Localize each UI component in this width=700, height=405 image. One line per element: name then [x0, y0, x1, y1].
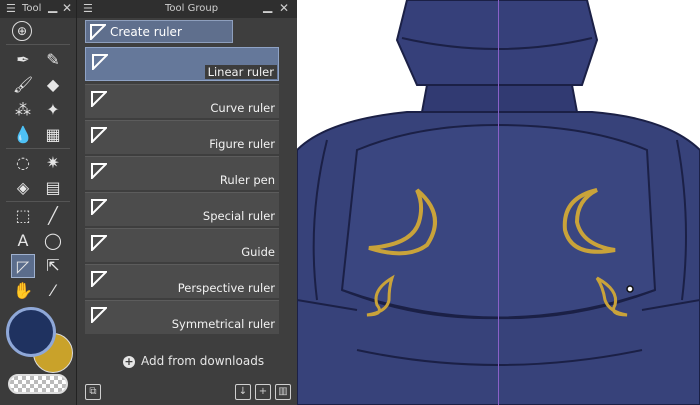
- ruler-item-label: Linear ruler: [204, 65, 277, 79]
- plus-icon: +: [123, 355, 135, 368]
- separator: [6, 201, 70, 202]
- add-from-downloads-label: Add from downloads: [141, 354, 265, 368]
- trash-icon[interactable]: ▥: [275, 384, 291, 400]
- add-from-downloads-button[interactable]: + Add from downloads: [123, 354, 264, 368]
- move-icon[interactable]: ⇱: [42, 254, 64, 276]
- ruler-item-label: Guide: [241, 245, 275, 259]
- object-icon[interactable]: ⬚: [12, 204, 34, 226]
- ruler-item-perspective[interactable]: Perspective ruler: [85, 264, 279, 298]
- ruler-icon: [91, 271, 107, 287]
- ruler-icon: [91, 163, 107, 179]
- close-icon[interactable]: ✕: [279, 1, 289, 15]
- hamburger-icon[interactable]: ☰: [83, 2, 93, 15]
- pen-icon[interactable]: ✒: [12, 48, 34, 70]
- tool-group-title: Tool Group: [165, 3, 219, 14]
- guide-line[interactable]: [498, 0, 499, 405]
- ruler-item-figure[interactable]: Figure ruler: [85, 120, 279, 154]
- magic-wand-icon[interactable]: ✷: [42, 151, 64, 173]
- balloon-icon[interactable]: ◯: [42, 229, 64, 251]
- gradient-icon[interactable]: ▤: [42, 176, 64, 198]
- ruler-item-symmetrical[interactable]: Symmetrical ruler: [85, 300, 279, 334]
- transparent-color-swatch[interactable]: [8, 374, 68, 394]
- tool-group-header: ☰ Tool Group ▁ ✕: [77, 0, 297, 18]
- lasso-icon[interactable]: ◌: [12, 151, 34, 173]
- hand-icon[interactable]: ✋: [12, 279, 34, 301]
- download-icon[interactable]: ⊕: [12, 21, 32, 41]
- ruler-item-label: Figure ruler: [209, 137, 275, 151]
- create-ruler-button[interactable]: Create ruler: [85, 20, 233, 43]
- tool-group-panel: ☰ Tool Group ▁ ✕ Create ruler Linear rul…: [77, 0, 298, 405]
- blend-icon[interactable]: 💧: [12, 123, 34, 145]
- tool-palette: ☰ Tool ▁ ✕ ⊕ ✒ ✎ 🖌 ◆ ⁂ ✦ 💧 ▦ ◌ ✷ ◈ ▤ ⬚ ╱…: [0, 0, 77, 405]
- ruler-icon: [91, 307, 107, 323]
- separator: [6, 148, 70, 149]
- tool-palette-title: Tool: [22, 3, 42, 14]
- tool-palette-header: ☰ Tool ▁ ✕: [0, 0, 76, 18]
- grid-icon[interactable]: ▦: [42, 123, 64, 145]
- import-icon[interactable]: ↓: [235, 384, 251, 400]
- ruler-item-label: Symmetrical ruler: [171, 317, 275, 331]
- ruler-item-ruler-pen[interactable]: Ruler pen: [85, 156, 279, 190]
- ruler-icon: [91, 199, 107, 215]
- ruler-item-curve[interactable]: Curve ruler: [85, 84, 279, 118]
- minimize-icon[interactable]: ▁: [263, 0, 272, 13]
- ruler-icon: [91, 235, 107, 251]
- ruler-icon[interactable]: ◸: [11, 254, 35, 278]
- ruler-icon: [91, 127, 107, 143]
- text-icon[interactable]: A: [12, 229, 34, 251]
- separator: [6, 44, 70, 45]
- eyedropper-icon[interactable]: ⁄: [42, 279, 64, 301]
- ruler-item-linear[interactable]: Linear ruler: [85, 47, 279, 81]
- fill-icon[interactable]: ◈: [12, 176, 34, 198]
- airbrush-icon[interactable]: ⁂: [12, 98, 34, 120]
- ruler-item-label: Curve ruler: [210, 101, 275, 115]
- ruler-item-label: Ruler pen: [219, 173, 275, 187]
- line-icon[interactable]: ╱: [42, 204, 64, 226]
- brush-icon[interactable]: 🖌: [12, 73, 34, 95]
- ruler-icon: [92, 54, 108, 70]
- ruler-icon: [90, 24, 106, 40]
- decoration-icon[interactable]: ✦: [42, 98, 64, 120]
- main-color-swatch[interactable]: [6, 307, 56, 357]
- create-ruler-label: Create ruler: [110, 25, 182, 39]
- eraser-icon[interactable]: ◆: [42, 73, 64, 95]
- ruler-item-special[interactable]: Special ruler: [85, 192, 279, 226]
- pencil-icon[interactable]: ✎: [42, 48, 64, 70]
- close-icon[interactable]: ✕: [62, 1, 72, 15]
- minimize-icon[interactable]: ▁: [48, 0, 57, 13]
- hamburger-icon[interactable]: ☰: [6, 2, 16, 15]
- ruler-item-label: Perspective ruler: [177, 281, 275, 295]
- group-settings-icon[interactable]: ⧉: [85, 384, 101, 400]
- ruler-icon: [91, 91, 107, 107]
- ruler-item-guide[interactable]: Guide: [85, 228, 279, 262]
- ruler-item-label: Special ruler: [202, 209, 275, 223]
- duplicate-icon[interactable]: +: [255, 384, 271, 400]
